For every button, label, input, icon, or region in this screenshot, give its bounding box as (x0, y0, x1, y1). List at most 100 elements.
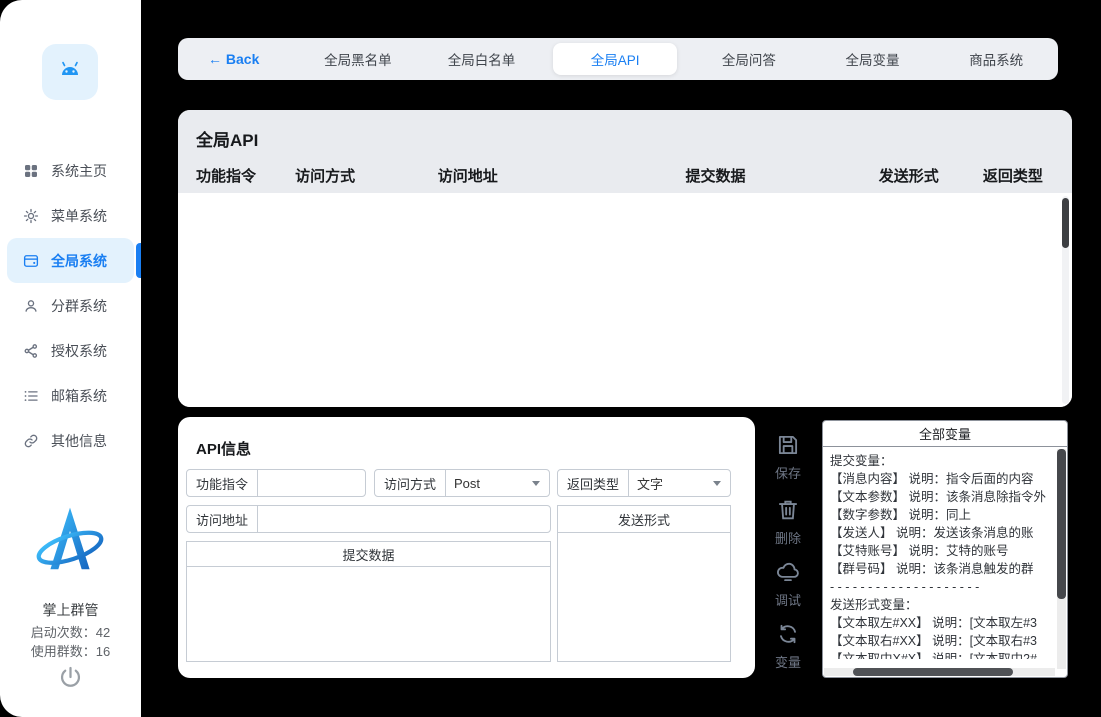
delete-button[interactable]: 删除 (760, 497, 816, 547)
column-header: 访问地址 (438, 165, 686, 186)
variable-line: 【文本参数】 说明：该条消息除指令外 (830, 488, 1053, 506)
action-label: 调试 (760, 590, 816, 609)
sidebar-item-other-info[interactable]: 其他信息 (0, 418, 141, 463)
variable-line: 发送形式变量： (830, 596, 1053, 614)
chevron-down-icon (532, 481, 540, 486)
sidebar-item-mail-system[interactable]: 邮箱系统 (0, 373, 141, 418)
url-field-group: 访问地址 (186, 505, 551, 533)
sidebar-item-label: 邮箱系统 (51, 386, 107, 406)
page-title: 全局API (196, 126, 1072, 151)
variables-hscrollbar-thumb[interactable] (853, 668, 1013, 676)
command-label: 功能指令 (187, 470, 258, 496)
submit-data-header: 提交数据 (186, 541, 551, 567)
sidebar-item-global-system[interactable]: 全局系统 (7, 238, 134, 283)
table-body-empty (178, 193, 1072, 407)
send-form-textarea[interactable] (557, 532, 731, 662)
divider-dashed-line: - - - - - - - - - - - - - - - - - - - - (830, 578, 1053, 596)
variables-button[interactable]: 变量 (760, 621, 816, 671)
cloud-debug-icon (775, 559, 801, 585)
active-item-indicator (136, 243, 141, 278)
column-header: 返回类型 (983, 165, 1072, 186)
variables-list: 提交变量： 【消息内容】 说明：指令后面的内容 【文本参数】 说明：该条消息除指… (823, 447, 1067, 659)
sidebar-item-label: 分群系统 (51, 296, 107, 316)
variable-line: 【文本取右#XX】 说明：[文本取右#3 (830, 632, 1053, 650)
table-scrollbar-thumb[interactable] (1062, 198, 1069, 248)
column-header: 发送形式 (879, 165, 983, 186)
app-logo (42, 44, 98, 100)
panel-title: API信息 (196, 438, 251, 459)
debug-button[interactable]: 调试 (760, 559, 816, 609)
sidebar: 系统主页 菜单系统 全局系统 分群系统 授权系统 (0, 0, 141, 717)
launch-count-value: 42 (96, 625, 110, 640)
brand-logo (28, 498, 112, 590)
launch-count: 启动次数：42 (0, 622, 141, 641)
save-button[interactable]: 保存 (760, 432, 816, 482)
global-api-table-panel: 全局API 功能指令 访问方式 访问地址 提交数据 发送形式 返回类型 (178, 110, 1072, 407)
variable-line: 【消息内容】 说明：指令后面的内容 (830, 470, 1053, 488)
top-nav-bar: ← Back 全局黑名单 全局白名单 全局API 全局问答 全局变量 商品系统 (178, 38, 1058, 80)
top-tabs: 全局黑名单 全局白名单 全局API 全局问答 全局变量 商品系统 (296, 38, 1058, 80)
variable-line: 【文本取中X#X】 说明：[文本取中2# (830, 650, 1053, 659)
tab-product-system[interactable]: 商品系统 (934, 38, 1058, 80)
column-header: 访问方式 (295, 165, 438, 186)
group-count: 使用群数：16 (0, 641, 141, 660)
sidebar-item-group-system[interactable]: 分群系统 (0, 283, 141, 328)
gear-icon (22, 207, 40, 225)
column-header: 提交数据 (686, 165, 879, 186)
action-label: 变量 (760, 652, 816, 671)
grid-icon (22, 162, 40, 180)
power-button[interactable] (57, 664, 84, 691)
sidebar-item-label: 菜单系统 (51, 206, 107, 226)
share-icon (22, 342, 40, 360)
return-type-select[interactable]: 文字 (629, 470, 713, 496)
tab-global-api[interactable]: 全局API (553, 43, 677, 75)
all-variables-panel: 全部变量 提交变量： 【消息内容】 说明：指令后面的内容 【文本参数】 说明：该… (822, 420, 1068, 678)
variable-line: 【发送人】 说明：发送该条消息的账 (830, 524, 1053, 542)
user-icon (22, 297, 40, 315)
url-input[interactable] (258, 506, 550, 532)
chevron-down-icon (713, 481, 721, 486)
tab-global-qa[interactable]: 全局问答 (687, 38, 811, 80)
variable-line: 【群号码】 说明：该条消息触发的群 (830, 560, 1053, 578)
send-form-header: 发送形式 (557, 505, 731, 533)
sidebar-item-menu-system[interactable]: 菜单系统 (0, 193, 141, 238)
sidebar-item-system-home[interactable]: 系统主页 (0, 148, 141, 193)
column-header: 功能指令 (196, 165, 295, 186)
tab-global-variables[interactable]: 全局变量 (811, 38, 935, 80)
android-icon (54, 54, 86, 91)
table-header-area: 全局API 功能指令 访问方式 访问地址 提交数据 发送形式 返回类型 (178, 110, 1072, 193)
return-type-label: 返回类型 (558, 470, 629, 496)
brand-name: 掌上群管 (0, 600, 141, 620)
submit-data-textarea[interactable] (186, 566, 551, 662)
variable-line: 【数字参数】 说明：同上 (830, 506, 1053, 524)
window-edit-icon (22, 252, 40, 270)
link-icon (22, 432, 40, 450)
sidebar-item-label: 授权系统 (51, 341, 107, 361)
variable-line: 【文本取左#XX】 说明：[文本取左#3 (830, 614, 1053, 632)
tab-global-blacklist[interactable]: 全局黑名单 (296, 38, 420, 80)
sidebar-item-auth-system[interactable]: 授权系统 (0, 328, 141, 373)
tab-global-whitelist[interactable]: 全局白名单 (420, 38, 544, 80)
api-info-panel: API信息 功能指令 访问方式 Post 返回类型 文字 访问地址 发送形式 提… (178, 417, 755, 678)
trash-icon (775, 497, 801, 523)
launch-count-label: 启动次数： (31, 625, 96, 640)
back-button[interactable]: ← Back (178, 38, 296, 80)
sidebar-menu: 系统主页 菜单系统 全局系统 分群系统 授权系统 (0, 148, 141, 463)
save-icon (775, 432, 801, 458)
method-label: 访问方式 (375, 470, 446, 496)
group-count-value: 16 (96, 644, 110, 659)
method-select[interactable]: Post (446, 470, 532, 496)
variable-line: 提交变量： (830, 452, 1053, 470)
list-icon (22, 387, 40, 405)
variables-panel-title: 全部变量 (823, 421, 1067, 447)
action-label: 删除 (760, 528, 816, 547)
method-field-group: 访问方式 Post (374, 469, 550, 497)
command-input[interactable] (258, 470, 365, 496)
url-label: 访问地址 (187, 506, 258, 532)
sidebar-item-label: 其他信息 (51, 431, 107, 451)
group-count-label: 使用群数： (31, 644, 96, 659)
sidebar-item-label: 系统主页 (51, 161, 107, 181)
variables-vscrollbar-thumb[interactable] (1057, 449, 1066, 599)
action-label: 保存 (760, 463, 816, 482)
table-header-row: 功能指令 访问方式 访问地址 提交数据 发送形式 返回类型 (196, 151, 1072, 186)
